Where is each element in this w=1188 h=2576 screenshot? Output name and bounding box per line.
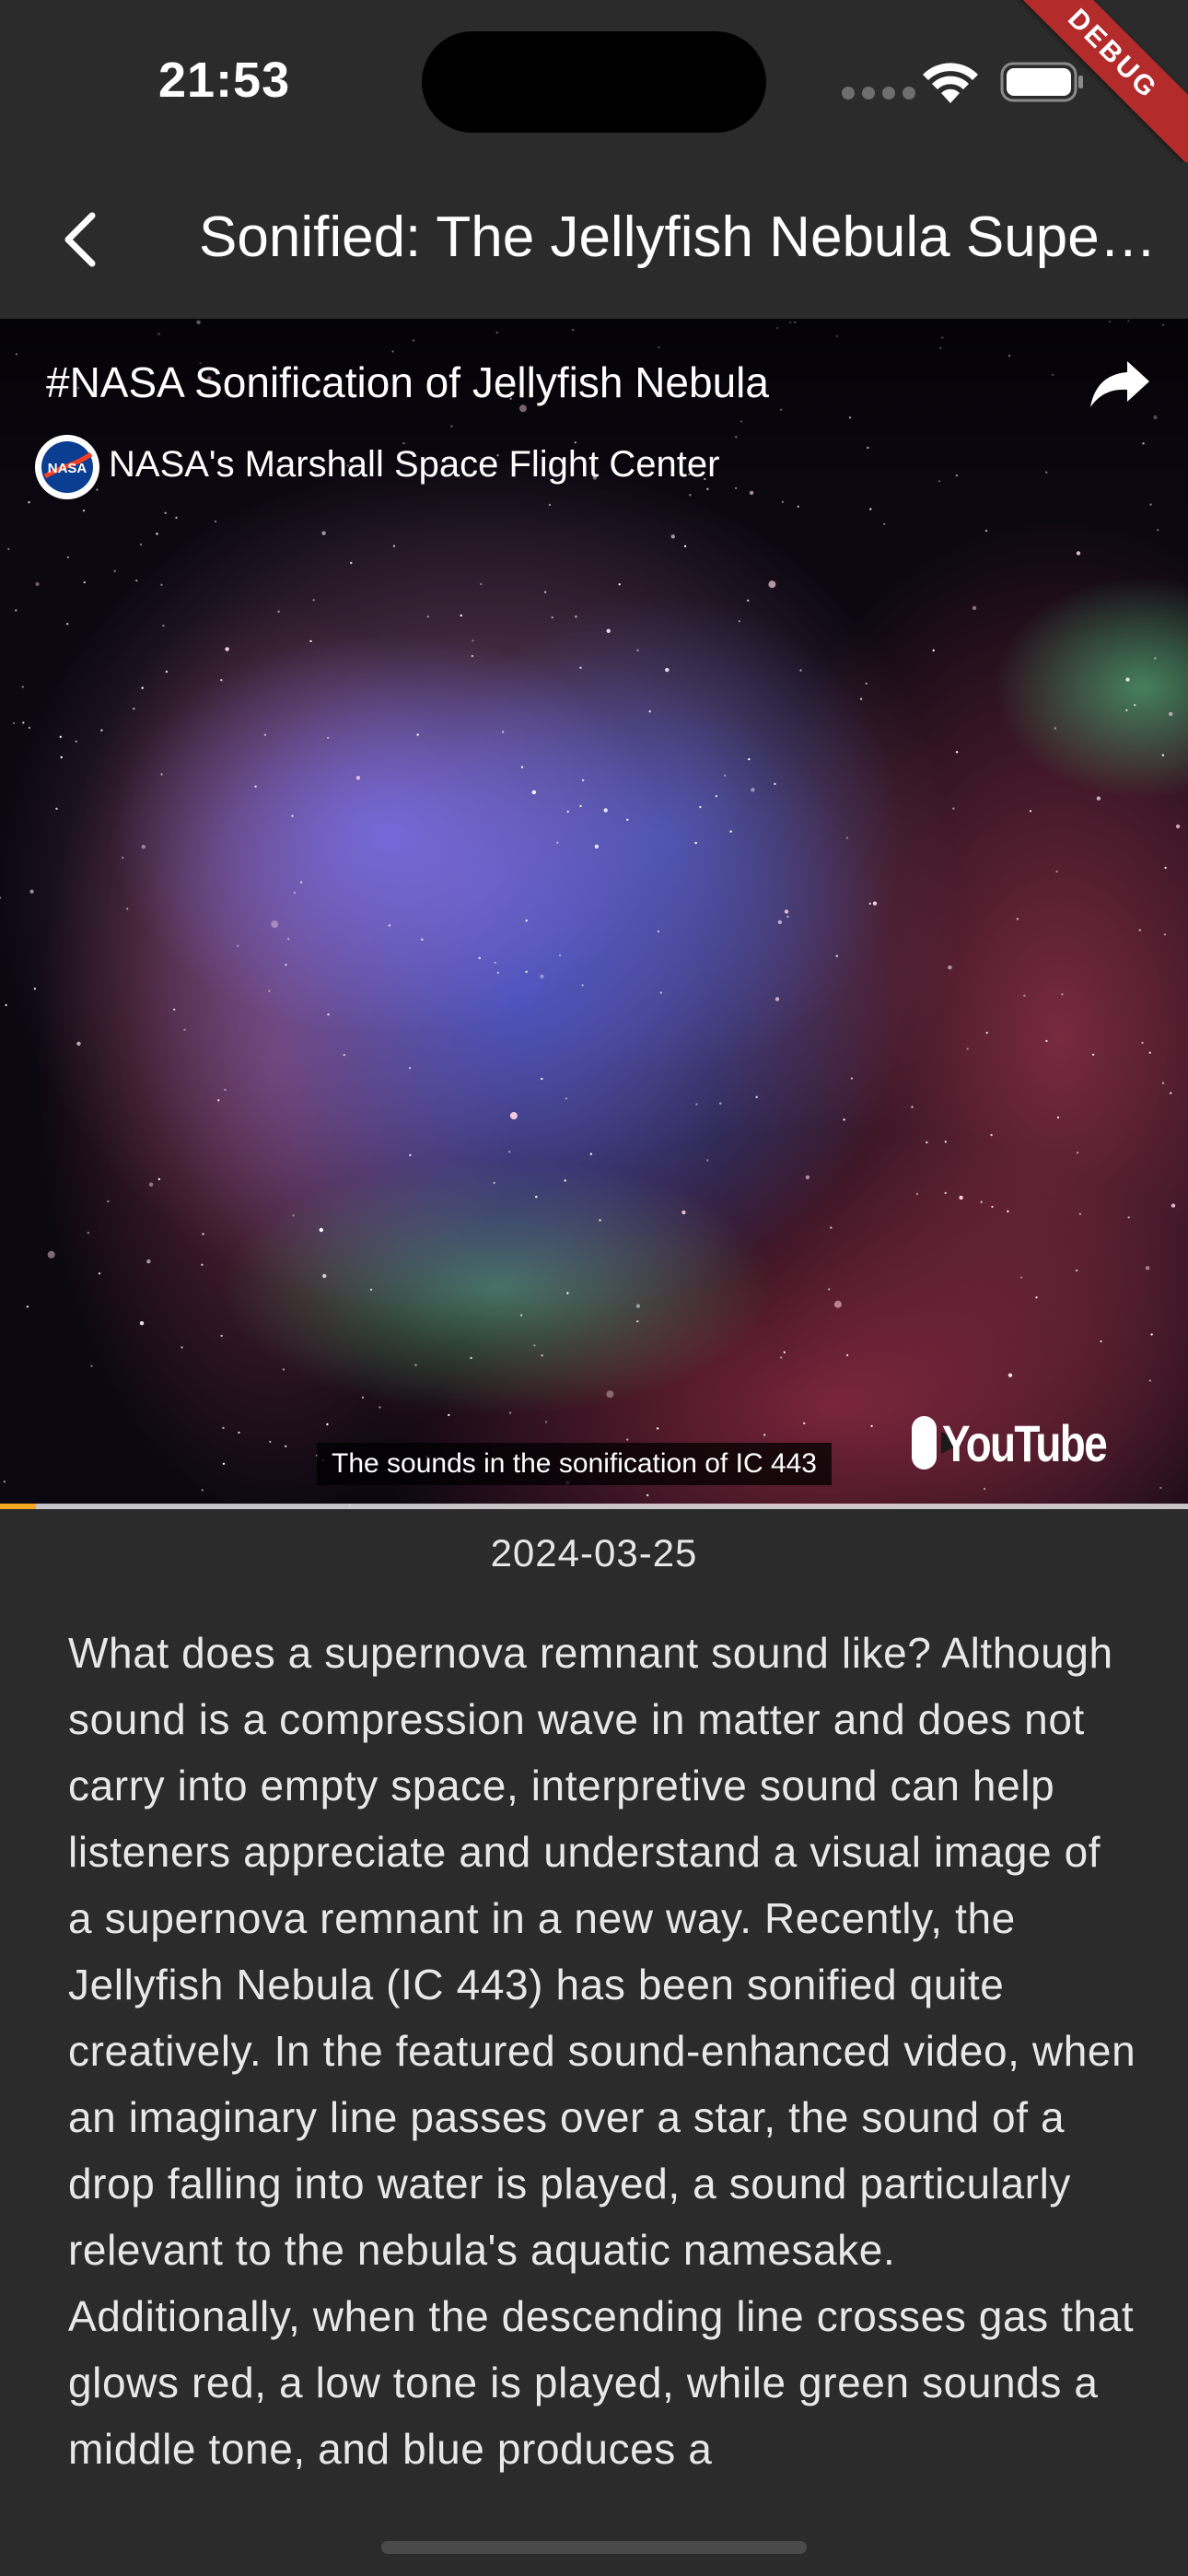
video-progress-bar[interactable] bbox=[0, 1504, 1188, 1509]
share-icon[interactable] bbox=[1087, 356, 1153, 411]
status-time: 21:53 bbox=[158, 53, 291, 108]
video-caption: The sounds in the sonification of IC 443 bbox=[317, 1443, 832, 1485]
page-title: Sonified: The Jellyfish Nebula Supernova… bbox=[199, 205, 1175, 269]
video-top-overlay bbox=[0, 319, 1188, 531]
video-title[interactable]: #NASA Sonification of Jellyfish Nebula bbox=[46, 357, 769, 407]
video-player[interactable]: #NASA Sonification of Jellyfish Nebula N… bbox=[0, 319, 1188, 1507]
home-indicator[interactable] bbox=[381, 2541, 807, 2554]
post-date: 2024-03-25 bbox=[490, 1531, 698, 1575]
channel-avatar[interactable]: NASA bbox=[35, 435, 99, 499]
dynamic-island bbox=[422, 31, 766, 133]
wifi-icon bbox=[923, 63, 978, 103]
nasa-logo-text: NASA bbox=[48, 461, 87, 476]
chevron-left-icon bbox=[64, 212, 96, 267]
description-text: What does a supernova remnant sound like… bbox=[68, 1629, 1136, 2473]
video-progress-fill bbox=[0, 1504, 36, 1509]
youtube-logo-text: YouTube bbox=[941, 1413, 1108, 1472]
app-bar: Sonified: The Jellyfish Nebula Supernova… bbox=[0, 162, 1188, 319]
cellular-signal-icon bbox=[842, 87, 915, 100]
nasa-logo-icon: NASA bbox=[41, 441, 93, 493]
battery-icon bbox=[1000, 62, 1083, 102]
youtube-play-icon bbox=[912, 1416, 963, 1469]
channel-name[interactable]: NASA's Marshall Space Flight Center bbox=[109, 444, 719, 486]
status-bar: 21:53 bbox=[0, 0, 1188, 162]
youtube-logo[interactable]: YouTube bbox=[912, 1406, 1142, 1480]
back-button[interactable] bbox=[37, 195, 125, 284]
